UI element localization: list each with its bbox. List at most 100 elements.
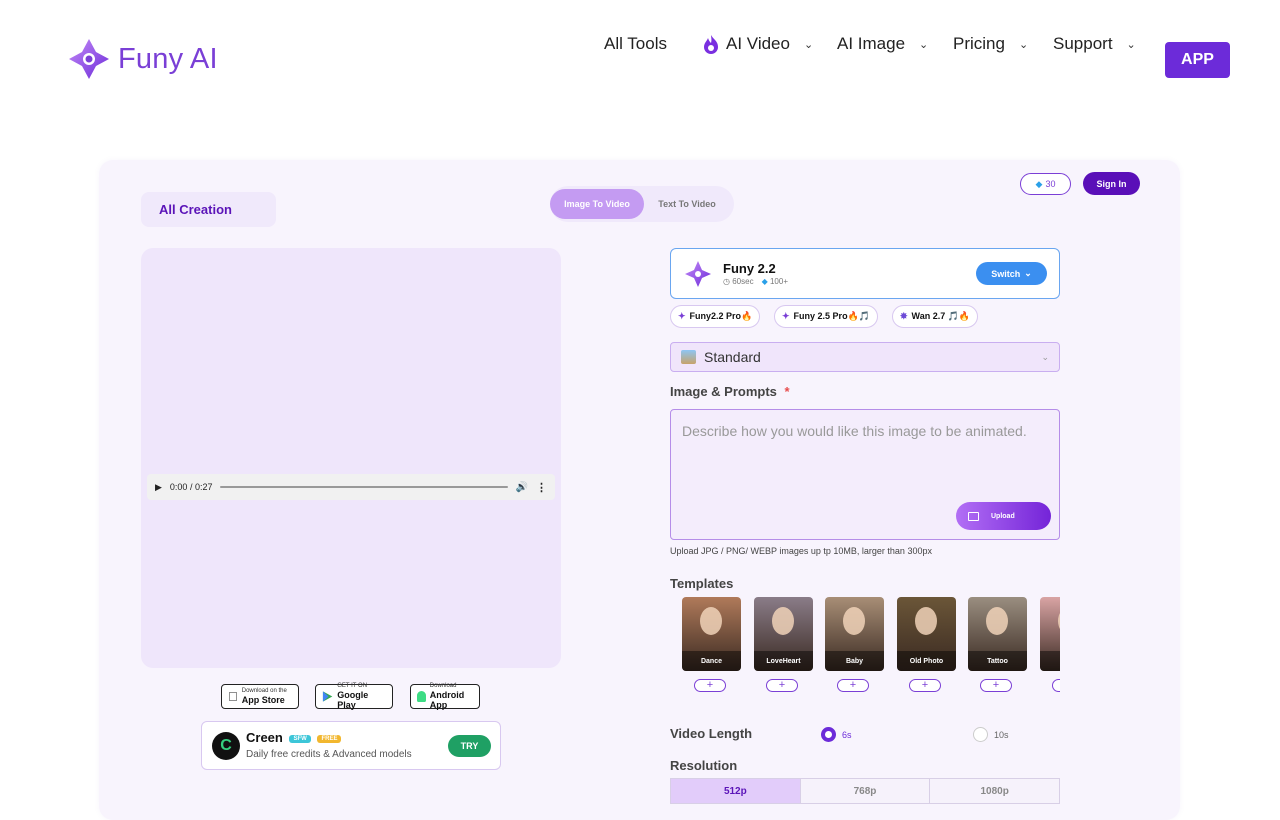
quality-value: Standard bbox=[704, 349, 761, 365]
nav-ai-image[interactable]: AI Image ⌄ bbox=[837, 34, 928, 54]
play-icon[interactable]: ▶ bbox=[155, 482, 162, 493]
video-length-label: Video Length bbox=[670, 726, 753, 741]
prompt-label: Image & Prompts * bbox=[670, 384, 790, 399]
app-button[interactable]: APP bbox=[1165, 42, 1230, 78]
app-store-badge[interactable]:  Download on theApp Store bbox=[221, 684, 299, 709]
chevron-down-icon: ⌄ bbox=[803, 38, 814, 51]
chevron-down-icon: ⌄ bbox=[919, 38, 929, 51]
template-thumbnail bbox=[700, 607, 722, 635]
template-label: Dance bbox=[682, 651, 741, 671]
add-template-button[interactable]: + bbox=[837, 679, 869, 692]
model-name: Funy 2.2 bbox=[723, 261, 776, 276]
google-play-icon bbox=[322, 691, 333, 702]
resolution-selector: 512p 768p 1080p bbox=[670, 778, 1060, 804]
template-card[interactable]: Baby bbox=[825, 597, 884, 671]
resolution-label: Resolution bbox=[670, 758, 738, 773]
brand-logo[interactable]: Funy AI bbox=[66, 36, 218, 82]
template-card[interactable]: Tattoo bbox=[968, 597, 1027, 671]
video-progress-bar[interactable] bbox=[220, 486, 508, 488]
model-selector-card[interactable]: Funy 2.2 ◷ 60sec ◆ 100+ Switch ⌄ bbox=[670, 248, 1060, 299]
template-thumbnail bbox=[1058, 607, 1060, 635]
funy-model-icon bbox=[685, 261, 711, 287]
nav-pricing[interactable]: Pricing ⌄ bbox=[953, 34, 1028, 54]
tab-image-to-video[interactable]: Image To Video bbox=[550, 189, 644, 219]
templates-carousel: Dance + LoveHeart + Baby + Old Photo + Tattoo + In… bbox=[682, 597, 1060, 697]
prompt-placeholder: Describe how you would like this image t… bbox=[682, 423, 1027, 439]
more-options-icon[interactable]: ⋮ bbox=[536, 481, 547, 494]
nav-ai-video[interactable]: AI Video ⌄ bbox=[702, 34, 813, 54]
resolution-option-768p[interactable]: 768p bbox=[801, 779, 931, 803]
radio-unselected-icon bbox=[973, 727, 988, 742]
nav-support[interactable]: Support ⌄ bbox=[1053, 34, 1136, 54]
switch-model-button[interactable]: Switch ⌄ bbox=[976, 262, 1047, 285]
creen-promo-card[interactable]: C Creen SFW FREE Daily free credits & Ad… bbox=[201, 721, 501, 770]
funy-model-icon: ✦ bbox=[782, 311, 790, 321]
prompt-textarea[interactable]: Describe how you would like this image t… bbox=[670, 409, 1060, 540]
template-thumbnail bbox=[986, 607, 1008, 635]
resolution-option-512p[interactable]: 512p bbox=[671, 779, 801, 803]
model-duration: 60sec bbox=[732, 277, 754, 286]
resolution-option-1080p[interactable]: 1080p bbox=[930, 779, 1059, 803]
add-template-button[interactable]: + bbox=[1052, 679, 1060, 692]
android-app-badge[interactable]: Download Android App bbox=[410, 683, 480, 710]
model-cost: 100+ bbox=[769, 277, 788, 286]
template-label: LoveHeart bbox=[754, 651, 813, 671]
android-icon bbox=[417, 691, 426, 702]
chevron-down-icon: ⌄ bbox=[1024, 268, 1032, 278]
video-controls: ▶ 0:00 / 0:27 🔊 ⋮ bbox=[147, 474, 555, 500]
credits-count: 30 bbox=[1045, 179, 1056, 189]
required-marker: * bbox=[784, 384, 790, 399]
creen-logo-icon: C bbox=[212, 732, 240, 760]
upload-image-icon bbox=[968, 511, 979, 521]
model-chip-funy22-pro[interactable]: ✦ Funy2.2 Pro🔥 bbox=[670, 305, 761, 328]
template-label: Old Photo bbox=[897, 651, 956, 671]
mode-tabs: Image To Video Text To Video bbox=[550, 186, 734, 222]
add-template-button[interactable]: + bbox=[980, 679, 1012, 692]
tab-text-to-video[interactable]: Text To Video bbox=[646, 189, 728, 219]
chevron-down-icon: ⌄ bbox=[1126, 38, 1136, 51]
sign-in-button[interactable]: Sign In bbox=[1083, 172, 1140, 195]
template-thumbnail bbox=[772, 607, 794, 635]
video-length-option-10s[interactable]: 10s bbox=[973, 727, 1009, 742]
funy-model-icon: ✦ bbox=[678, 311, 686, 321]
template-label: Baby bbox=[825, 651, 884, 671]
free-badge: FREE bbox=[317, 734, 342, 743]
templates-label: Templates bbox=[670, 576, 734, 591]
google-play-badge[interactable]: GET IT ON Google Play bbox=[315, 683, 393, 710]
creen-description: Daily free credits & Advanced models bbox=[246, 749, 412, 760]
add-template-button[interactable]: + bbox=[766, 679, 798, 692]
radio-selected-icon bbox=[821, 727, 836, 742]
quality-select[interactable]: Standard ⌄ bbox=[670, 342, 1060, 372]
nav-all-tools[interactable]: All Tools bbox=[604, 34, 667, 54]
template-card[interactable]: Old Photo bbox=[897, 597, 956, 671]
volume-icon[interactable]: 🔊 bbox=[516, 482, 528, 493]
template-card[interactable]: Dance bbox=[682, 597, 741, 671]
creen-name: Creen bbox=[246, 730, 283, 745]
try-button[interactable]: TRY bbox=[448, 735, 491, 757]
diamond-icon: ◆ bbox=[1035, 178, 1043, 189]
credits-badge[interactable]: ◆ 30 bbox=[1020, 173, 1071, 195]
add-template-button[interactable]: + bbox=[694, 679, 726, 692]
chevron-down-icon: ⌄ bbox=[1041, 351, 1049, 362]
template-thumbnail bbox=[843, 607, 865, 635]
brand-name: Funy AI bbox=[118, 42, 218, 75]
fire-icon bbox=[704, 35, 718, 54]
image-icon bbox=[681, 350, 696, 364]
model-chip-funy25-pro[interactable]: ✦ Funy 2.5 Pro🔥🎵 bbox=[774, 305, 878, 328]
chevron-down-icon: ⌄ bbox=[1018, 38, 1029, 51]
template-label: In bbox=[1040, 651, 1060, 671]
video-length-option-6s[interactable]: 6s bbox=[821, 727, 852, 742]
video-time: 0:00 / 0:27 bbox=[169, 482, 213, 492]
all-creation-button[interactable]: All Creation bbox=[141, 192, 276, 227]
template-card[interactable]: In bbox=[1040, 597, 1060, 671]
upload-button[interactable]: Upload bbox=[956, 502, 1051, 530]
header: Funy AI All Tools AI Video ⌄ AI Image ⌄ … bbox=[0, 0, 1280, 120]
template-card[interactable]: LoveHeart bbox=[754, 597, 813, 671]
upload-hint: Upload JPG / PNG/ WEBP images up tp 10MB… bbox=[670, 546, 932, 556]
diamond-icon: ◆ bbox=[761, 277, 768, 286]
template-thumbnail bbox=[915, 607, 937, 635]
video-preview[interactable] bbox=[141, 248, 561, 668]
model-chip-wan27[interactable]: ✸ Wan 2.7 🎵🔥 bbox=[892, 305, 979, 328]
add-template-button[interactable]: + bbox=[909, 679, 941, 692]
template-label: Tattoo bbox=[968, 651, 1027, 671]
